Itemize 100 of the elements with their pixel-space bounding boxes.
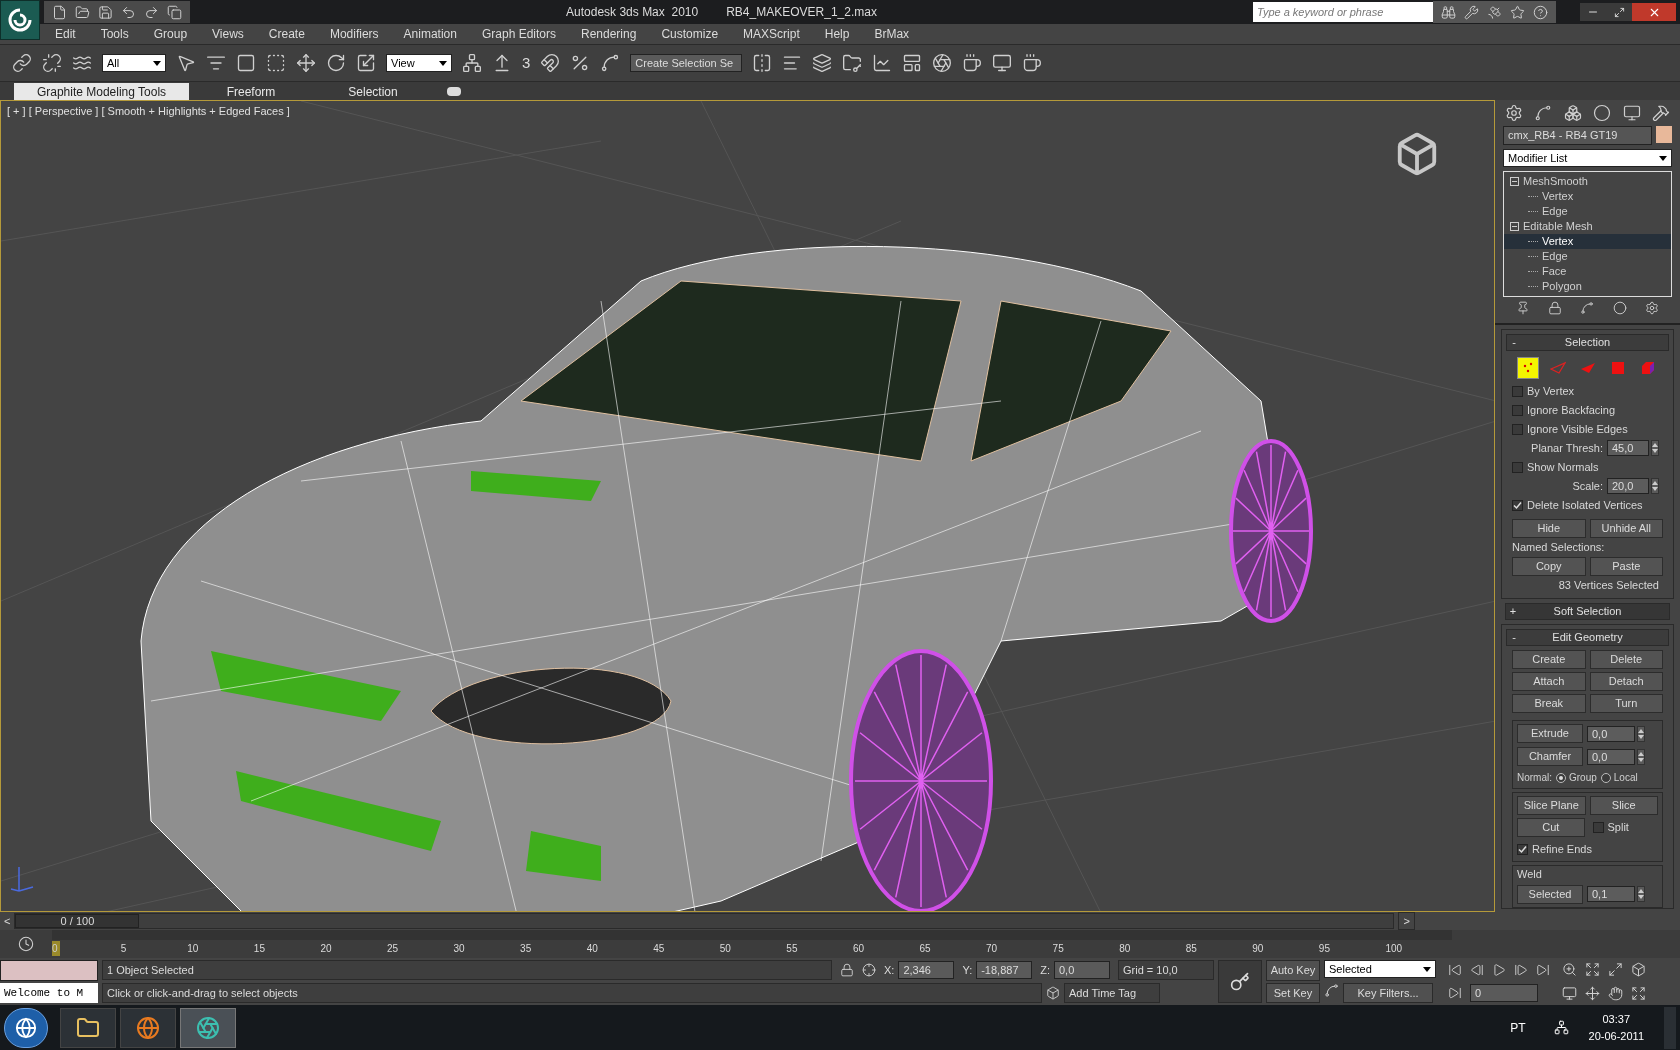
viewport-label[interactable]: [ + ] [ Perspective ] [ Smooth + Highlights + Edged Faces ] [7, 103, 290, 120]
prev-frame-button[interactable]: < [4, 912, 11, 930]
panel-button[interactable]: Selected [1517, 884, 1583, 904]
unlink-icon[interactable] [42, 53, 62, 73]
rollout-header[interactable]: - Edit Geometry [1506, 629, 1669, 646]
pin-icon[interactable] [1516, 301, 1531, 315]
modifier-stack-item[interactable]: MeshSmooth [1504, 174, 1671, 189]
restore-button[interactable] [1606, 3, 1632, 21]
perspective-viewport[interactable]: [ + ] [ Perspective ] [ Smooth + Highlights + Edged Faces ] [0, 100, 1495, 912]
collapse-icon[interactable] [1510, 177, 1519, 186]
maxscript-listener-output[interactable]: Welcome to M [0, 982, 98, 1003]
schematic-view-icon[interactable] [902, 53, 923, 73]
snap-icon[interactable] [540, 53, 561, 73]
ribbon-toggle-icon[interactable] [447, 87, 461, 96]
menu-item[interactable]: Help [824, 25, 850, 43]
modifier-stack-list[interactable]: MeshSmooth Vertex Edge Editable Mesh Vertex Edge Face Polygon [1503, 171, 1672, 297]
panel-button[interactable]: Turn [1589, 694, 1663, 713]
ribbon-tab[interactable]: Freeform [191, 83, 311, 100]
next-frame-icon[interactable] [1514, 963, 1528, 978]
rotate-icon[interactable] [326, 53, 346, 73]
wrench-icon[interactable] [1464, 4, 1479, 20]
previous-frame-icon[interactable] [1470, 963, 1484, 978]
scene-explorer-icon[interactable] [842, 53, 863, 73]
panel-button[interactable]: Copy [1512, 557, 1586, 576]
display-tab-icon[interactable] [1622, 104, 1641, 122]
lock-icon[interactable] [840, 963, 854, 978]
taskbar-app-button[interactable] [180, 1007, 236, 1048]
spinner-field[interactable]: 20,0 [1607, 478, 1649, 494]
tangent-icon[interactable] [1324, 982, 1339, 998]
rollout-header[interactable]: + Soft Selection [1505, 603, 1670, 620]
checkbox[interactable] [1512, 404, 1523, 416]
select-object-icon[interactable] [176, 53, 196, 73]
spinner-field[interactable]: 0,0 [1587, 748, 1635, 765]
create-tab-icon[interactable] [1504, 104, 1523, 122]
cube-icon[interactable] [1046, 985, 1060, 1000]
spinner-arrows-icon[interactable] [1637, 748, 1645, 765]
modifier-stack-item[interactable]: Edge [1504, 249, 1671, 264]
clock-date[interactable]: 20-06-2011 [1588, 1027, 1644, 1044]
hierarchy-tab-icon[interactable] [1563, 104, 1582, 122]
coordinate-field[interactable]: 0,0 [1054, 961, 1110, 980]
menu-item[interactable]: Rendering [581, 25, 637, 43]
set-key-button[interactable] [1218, 960, 1262, 1003]
network-icon[interactable] [1553, 1020, 1569, 1035]
checkbox[interactable] [1512, 423, 1523, 435]
window-crossing-icon[interactable] [266, 53, 286, 73]
clock-time[interactable]: 03:37 [1602, 1011, 1631, 1028]
taskbar-app-button[interactable] [120, 1007, 176, 1048]
next-frame-button[interactable]: > [1398, 911, 1415, 931]
modifier-stack-item[interactable]: Polygon [1504, 279, 1671, 294]
language-indicator[interactable]: PT [1510, 1018, 1526, 1037]
spinner-field[interactable]: 0,1 [1587, 886, 1635, 902]
coordinate-field[interactable]: -18,887 [976, 961, 1033, 980]
checkbox[interactable] [1512, 385, 1523, 397]
checkbox[interactable] [1517, 843, 1528, 855]
key-mode-dropdown[interactable]: Selected [1324, 960, 1436, 978]
menu-item[interactable]: BrMax [874, 25, 910, 43]
panel-button[interactable]: Hide [1512, 519, 1586, 538]
pan-icon[interactable] [1585, 985, 1600, 1001]
menu-item[interactable]: Animation [403, 25, 457, 43]
set-key-text-button[interactable]: Set Key [1266, 982, 1320, 1003]
spinner-field[interactable]: 0,0 [1587, 725, 1635, 742]
snap-toggle[interactable]: 3 [522, 51, 531, 75]
panel-button[interactable]: Attach [1512, 672, 1586, 691]
material-editor-icon[interactable] [932, 53, 953, 73]
go-to-start-icon[interactable] [1448, 963, 1462, 978]
minimize-button[interactable] [1580, 3, 1606, 21]
panel-button[interactable]: Paste [1589, 557, 1663, 576]
auto-key-button[interactable]: Auto Key [1266, 960, 1320, 981]
panel-button[interactable]: Delete [1589, 650, 1663, 669]
menu-item[interactable]: Customize [661, 25, 719, 43]
layer-manager-icon[interactable] [812, 53, 833, 73]
modifier-stack-item[interactable]: Vertex [1504, 189, 1671, 204]
time-slider-track[interactable]: 0 / 100 [14, 913, 1395, 929]
maximize-viewport-icon[interactable] [1631, 985, 1646, 1001]
panel-button[interactable]: Extrude [1517, 724, 1583, 743]
add-time-tag-button[interactable]: Add Time Tag [1064, 982, 1160, 1003]
panel-button[interactable]: Chamfer [1517, 747, 1583, 766]
panel-button[interactable]: Detach [1589, 672, 1663, 691]
redo-icon[interactable] [144, 4, 159, 20]
panel-button[interactable]: Break [1512, 694, 1586, 713]
menu-item[interactable]: Group [153, 25, 188, 43]
checkbox[interactable] [1592, 822, 1604, 833]
menu-item[interactable]: Create [268, 25, 305, 43]
modifier-stack-item[interactable]: Editable Mesh [1504, 219, 1671, 234]
spinner-arrows-icon[interactable] [1651, 440, 1659, 456]
vertex-level-button[interactable] [1516, 357, 1539, 379]
spinner-field[interactable]: 45,0 [1607, 440, 1649, 456]
app-logo-icon[interactable] [0, 0, 40, 40]
object-color-swatch[interactable] [1656, 126, 1672, 143]
menu-item[interactable]: Views [212, 25, 244, 43]
coordinate-field[interactable]: 2,346 [898, 961, 955, 980]
utilities-tab-icon[interactable] [1652, 104, 1671, 122]
current-frame-field[interactable]: 0 [1470, 983, 1538, 1002]
maxscript-listener-field[interactable] [0, 960, 98, 981]
key-filters-button[interactable]: Key Filters... [1343, 982, 1433, 1003]
reference-coordinate-dropdown[interactable]: View [386, 54, 452, 72]
scale-icon[interactable] [356, 53, 376, 73]
undo-icon[interactable] [121, 4, 136, 20]
motion-tab-icon[interactable] [1593, 104, 1612, 122]
named-selection-field[interactable]: Create Selection Se [630, 54, 743, 72]
